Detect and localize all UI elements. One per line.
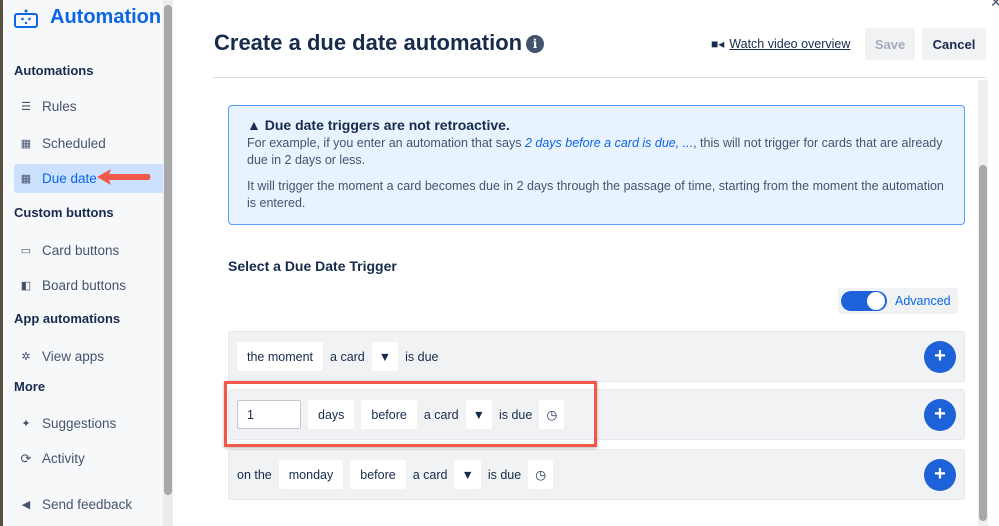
before-after-select[interactable]: before xyxy=(350,460,406,489)
sparkle-icon: ✦ xyxy=(21,418,31,430)
close-icon[interactable]: ✕ xyxy=(990,0,999,11)
card-icon: ▭ xyxy=(20,245,32,257)
add-trigger-button[interactable]: + xyxy=(924,399,956,431)
section-custom-buttons: Custom buttons xyxy=(14,205,114,220)
sidebar-item-send-feedback[interactable]: ◀ Send feedback xyxy=(14,490,165,519)
watch-video-link[interactable]: ■◂ Watch video overview xyxy=(711,37,850,51)
sliders-icon: ☰ xyxy=(21,101,31,113)
add-trigger-button[interactable]: + xyxy=(924,341,956,373)
filter-icon[interactable]: ▼ xyxy=(371,342,399,371)
trigger-row-moment: the moment a card ▼ is due + xyxy=(228,331,965,382)
board-icon: ◧ xyxy=(20,280,32,292)
moment-select[interactable]: the moment xyxy=(237,342,324,371)
sidebar-item-card-buttons[interactable]: ▭ Card buttons xyxy=(14,236,165,265)
warning-icon: ▲ xyxy=(247,117,265,133)
sidebar-item-activity[interactable]: ⟳ Activity xyxy=(14,444,165,473)
red-arrow-annotation xyxy=(97,169,151,185)
add-trigger-button[interactable]: + xyxy=(924,459,956,491)
toggle-switch[interactable] xyxy=(841,291,887,311)
gear-icon: ✲ xyxy=(21,351,31,363)
sidebar-item-view-apps[interactable]: ✲ View apps xyxy=(14,342,165,371)
robot-icon xyxy=(14,9,38,28)
sidebar: Automation Automations ☰ Rules ▦ Scheduled… xyxy=(0,0,165,526)
sidebar-scrollbar[interactable] xyxy=(164,5,172,495)
filter-icon[interactable]: ▼ xyxy=(454,460,481,489)
main-scrollbar[interactable] xyxy=(979,165,987,521)
video-camera-icon: ■◂ xyxy=(711,37,725,51)
highlight-annotation-box xyxy=(224,381,597,447)
section-more: More xyxy=(14,379,46,394)
refresh-icon: ⟳ xyxy=(20,450,32,466)
advanced-toggle[interactable]: Advanced xyxy=(838,288,958,314)
trigger-row-weekday: on the monday before a card ▼ is due ◷ + xyxy=(228,449,965,500)
calendar-icon: ▦ xyxy=(20,173,32,185)
sidebar-item-suggestions[interactable]: ✦ Suggestions xyxy=(14,409,165,438)
section-title: Select a Due Date Trigger xyxy=(228,258,397,274)
info-icon[interactable]: i xyxy=(526,35,544,53)
weekday-select[interactable]: monday xyxy=(278,460,344,489)
page-title: Create a due date automation xyxy=(214,30,523,55)
sidebar-item-scheduled[interactable]: ▦ Scheduled xyxy=(14,129,165,158)
megaphone-icon: ◀ xyxy=(21,499,31,511)
cancel-button[interactable]: Cancel xyxy=(922,28,986,60)
clock-icon[interactable]: ◷ xyxy=(528,460,554,489)
retroactive-warning: ▲ Due date triggers are not retroactive.… xyxy=(228,105,965,225)
sidebar-title: Automation xyxy=(50,6,162,28)
save-button[interactable]: Save xyxy=(865,28,915,60)
calendar-icon: ▦ xyxy=(20,138,32,150)
header-divider xyxy=(213,77,986,78)
section-automations: Automations xyxy=(14,63,94,78)
sidebar-item-board-buttons[interactable]: ◧ Board buttons xyxy=(14,271,165,300)
section-app-automations: App automations xyxy=(14,311,121,326)
sidebar-item-rules[interactable]: ☰ Rules xyxy=(14,92,165,121)
